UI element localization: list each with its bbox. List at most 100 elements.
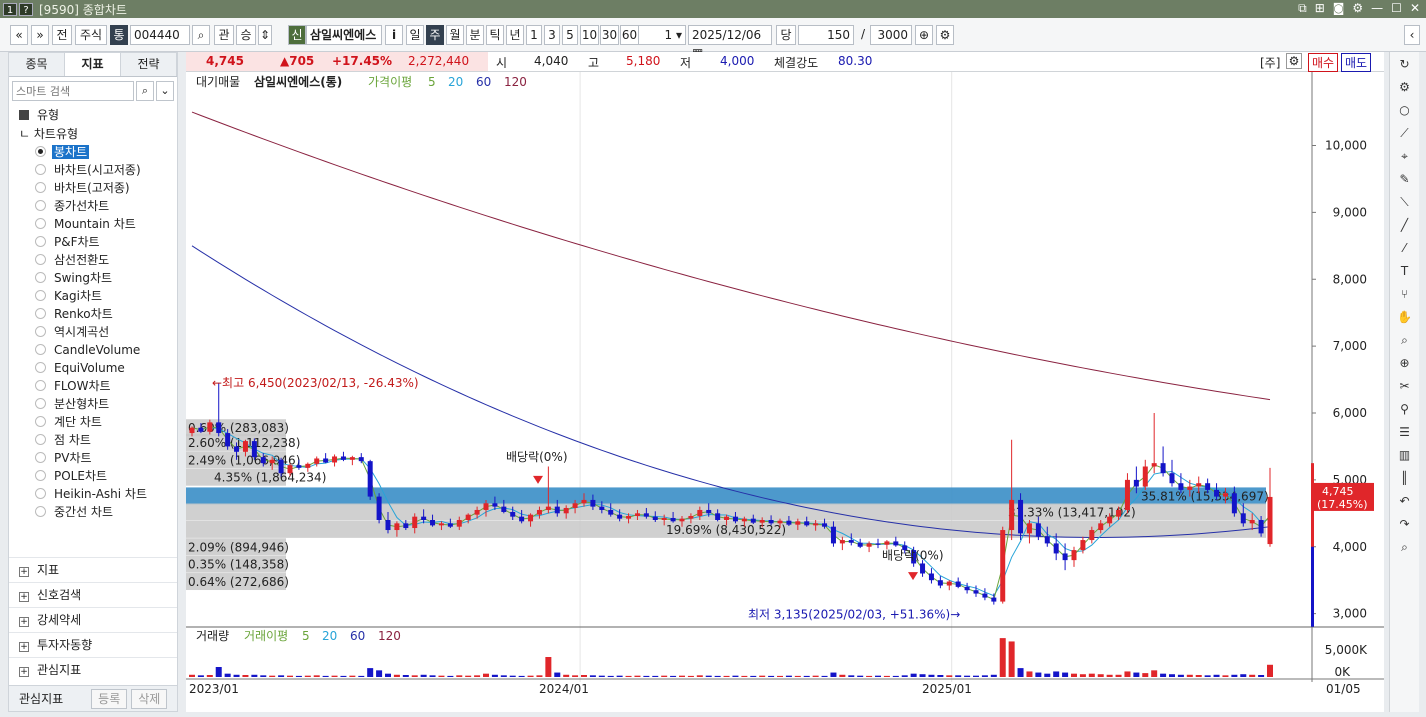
sell-button[interactable]: 매도: [1341, 53, 1372, 72]
indicator-group[interactable]: + 투자자동향: [9, 632, 177, 656]
chart-type-item[interactable]: 역시계곡선: [9, 323, 177, 341]
chart-type-item[interactable]: Heikin-Ashi 차트: [9, 485, 177, 503]
line-icon[interactable]: ╱: [1394, 215, 1416, 235]
crosshair-icon[interactable]: ⌖: [1394, 146, 1416, 166]
delete-button[interactable]: 삭제: [131, 688, 168, 709]
expand-icon[interactable]: +: [19, 567, 29, 577]
help-icon[interactable]: ?: [19, 2, 33, 16]
radio-icon[interactable]: [35, 164, 46, 175]
period-button[interactable]: 일: [406, 25, 424, 45]
settings-icon[interactable]: ⚙: [936, 25, 954, 45]
tab-stock[interactable]: 종목: [9, 53, 65, 76]
gear-icon[interactable]: ⚙: [1286, 53, 1302, 69]
radio-icon[interactable]: [35, 236, 46, 247]
chart-area[interactable]: 10,000 9,000 8,000 7,000 6,000 5,000 4,000 3,00…: [186, 72, 1384, 712]
chart-type-item[interactable]: Swing차트: [9, 269, 177, 287]
indicator-group[interactable]: + 지표: [9, 557, 177, 581]
dang-button[interactable]: 당: [776, 25, 796, 45]
chevron-down-icon[interactable]: ⌄: [156, 81, 174, 101]
undo-icon[interactable]: ↶: [1394, 491, 1416, 511]
refresh-icon[interactable]: ↻: [1394, 54, 1416, 74]
expand-icon[interactable]: +: [19, 617, 29, 627]
spin-arrows-icon[interactable]: ⇕: [258, 25, 272, 45]
radio-icon[interactable]: [35, 470, 46, 481]
chart-type-item[interactable]: 바차트(시고저종): [9, 161, 177, 179]
chart-type-item[interactable]: P&F차트: [9, 233, 177, 251]
chart-type-item[interactable]: EquiVolume: [9, 359, 177, 377]
close-icon[interactable]: ✕: [1410, 1, 1420, 16]
text-icon[interactable]: T: [1394, 261, 1416, 281]
radio-icon[interactable]: [35, 488, 46, 499]
interval-button[interactable]: 5: [562, 25, 578, 45]
maximize-icon[interactable]: ☐: [1391, 1, 1402, 16]
chart-type-item[interactable]: 봉차트: [9, 143, 177, 161]
chart-type-item[interactable]: CandleVolume: [9, 341, 177, 359]
new-window-icon[interactable]: ⊞: [1315, 1, 1325, 16]
radio-icon[interactable]: [35, 254, 46, 265]
search-icon[interactable]: ⌕: [192, 25, 210, 45]
chart-type-item[interactable]: Kagi차트: [9, 287, 177, 305]
radio-icon[interactable]: [35, 452, 46, 463]
pin-icon[interactable]: ⚲: [1394, 399, 1416, 419]
indicator-group[interactable]: + 신호검색: [9, 582, 177, 606]
interval-button[interactable]: 1: [526, 25, 542, 45]
settings-icon[interactable]: ⚙: [1352, 1, 1363, 16]
chart-type-item[interactable]: POLE차트: [9, 467, 177, 485]
stock-code-input[interactable]: 004440: [130, 25, 190, 45]
window-number-badge[interactable]: 1: [3, 2, 17, 16]
count-input[interactable]: 150: [798, 25, 854, 45]
collapse-icon[interactable]: ‹: [1404, 25, 1420, 45]
gwan-button[interactable]: 관: [214, 25, 234, 45]
candlestick-chart[interactable]: 10,0009,0008,0007,0006,0005,0004,0003,00…: [186, 72, 1384, 712]
register-button[interactable]: 등록: [91, 688, 128, 709]
expand-icon[interactable]: +: [19, 642, 29, 652]
radio-icon[interactable]: [35, 182, 46, 193]
radio-icon[interactable]: [35, 344, 46, 355]
interval-button[interactable]: 60: [620, 25, 639, 45]
indicator-group[interactable]: + 강세약세: [9, 607, 177, 631]
radio-icon[interactable]: [35, 434, 46, 445]
link-icon[interactable]: ⧉: [1298, 1, 1307, 16]
radio-icon[interactable]: [35, 398, 46, 409]
tab-indicator[interactable]: 지표: [65, 53, 121, 76]
info-button[interactable]: i: [385, 25, 403, 45]
chart-type-item[interactable]: 계단 차트: [9, 413, 177, 431]
tong-button[interactable]: 통: [110, 25, 128, 45]
radio-icon[interactable]: [35, 272, 46, 283]
period-button[interactable]: 년: [506, 25, 524, 45]
radio-icon[interactable]: [35, 326, 46, 337]
radio-icon[interactable]: [35, 308, 46, 319]
circle-icon[interactable]: ○: [1394, 100, 1416, 120]
chart-type-item[interactable]: 삼선전환도: [9, 251, 177, 269]
search-input[interactable]: [12, 81, 134, 101]
interval-button[interactable]: 3: [544, 25, 560, 45]
radio-icon[interactable]: [35, 506, 46, 517]
redo-icon[interactable]: ↷: [1394, 514, 1416, 534]
seung-button[interactable]: 승: [236, 25, 256, 45]
section-type[interactable]: 유형: [9, 105, 177, 125]
interval-select[interactable]: 1 ▾: [638, 25, 686, 45]
period-button[interactable]: 주: [426, 25, 444, 45]
chart-type-item[interactable]: Renko차트: [9, 305, 177, 323]
fork-icon[interactable]: ⑂: [1394, 284, 1416, 304]
magnifier-plus-icon[interactable]: ⊕: [1394, 353, 1416, 373]
radio-icon[interactable]: [35, 362, 46, 373]
period-button[interactable]: 분: [466, 25, 484, 45]
expand-icon[interactable]: +: [19, 667, 29, 677]
search-icon[interactable]: ⌕: [136, 81, 154, 101]
radio-icon[interactable]: [35, 290, 46, 301]
chart-type-item[interactable]: 중간선 차트: [9, 503, 177, 521]
fibonacci-icon[interactable]: ☰: [1394, 422, 1416, 442]
radio-icon[interactable]: [35, 146, 46, 157]
minimize-icon[interactable]: —: [1371, 1, 1383, 16]
tab-strategy[interactable]: 전략: [121, 53, 177, 76]
hand-icon[interactable]: ✋: [1394, 307, 1416, 327]
line-chart-icon[interactable]: ⟋: [1394, 123, 1416, 143]
buy-button[interactable]: 매수: [1308, 53, 1339, 72]
tools-icon[interactable]: ✂: [1394, 376, 1416, 396]
chart-type-header[interactable]: ㄴ 차트유형: [9, 125, 177, 143]
auto-line-icon[interactable]: ⁄: [1394, 238, 1416, 258]
stock-type-button[interactable]: 주식: [75, 25, 107, 45]
zoom-icon[interactable]: ⌕: [1394, 330, 1416, 350]
interval-button[interactable]: 30: [600, 25, 619, 45]
